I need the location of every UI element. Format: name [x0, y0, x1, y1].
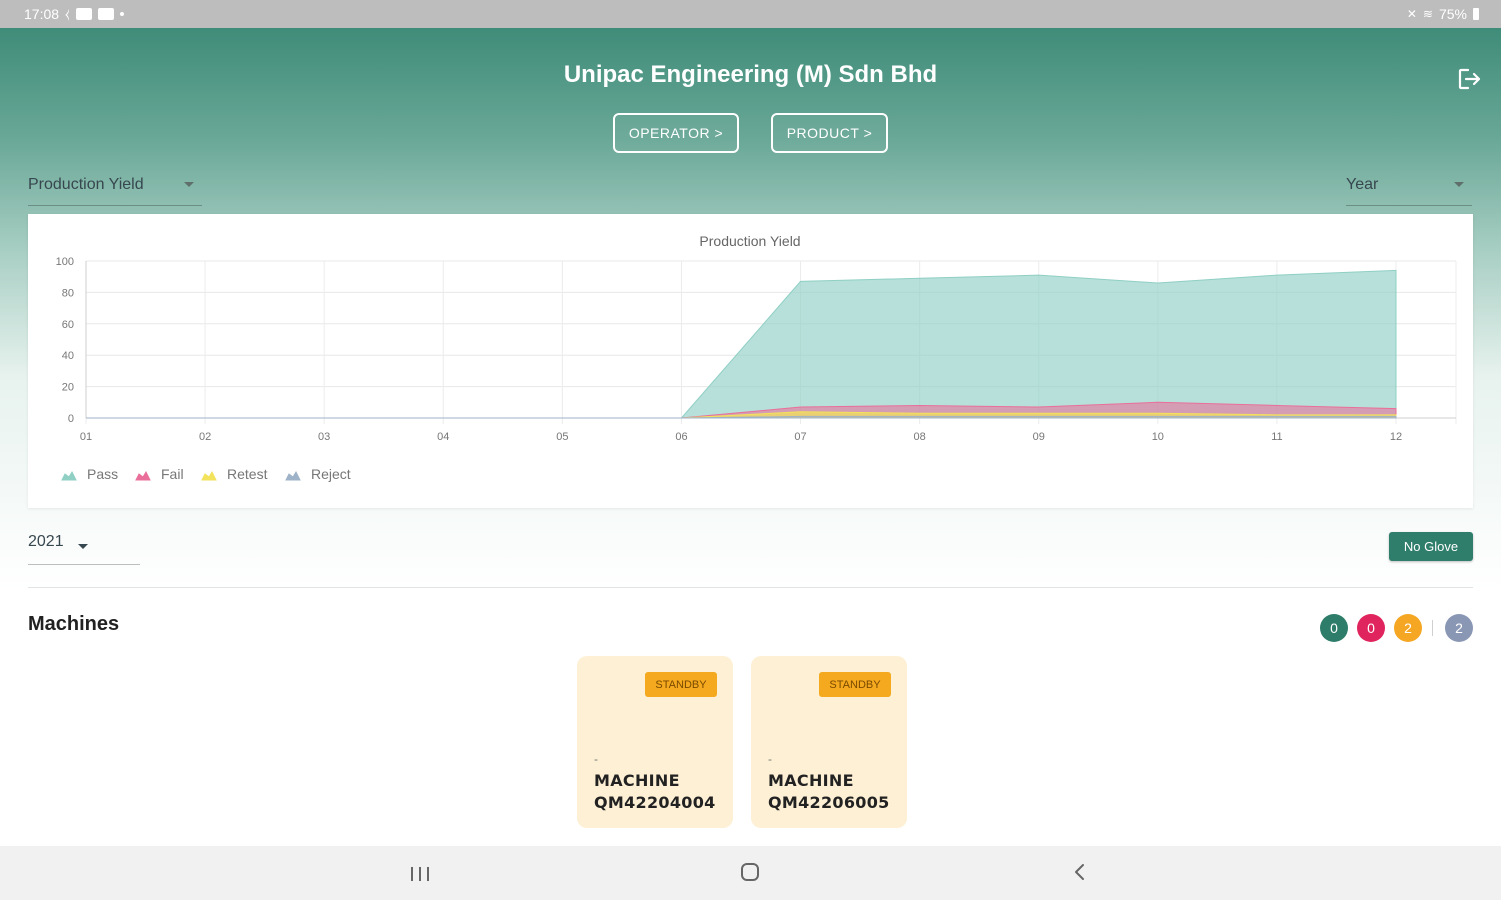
y-tick-label: 20 — [62, 382, 74, 394]
mute-icon: ⧼ — [65, 6, 70, 21]
legend-label-reject[interactable]: Reject — [311, 466, 351, 482]
machine-name-line1: MACHINE — [768, 771, 854, 790]
legend-icon-fail — [135, 470, 151, 481]
y-tick-label: 40 — [62, 350, 74, 362]
battery-level: 75% — [1438, 6, 1467, 22]
x-tick-label: 07 — [794, 431, 806, 443]
standby-count-badge[interactable]: 2 — [1394, 614, 1422, 642]
x-tick-label: 06 — [675, 431, 687, 443]
x-tick-label: 02 — [199, 431, 211, 443]
x-tick-label: 11 — [1271, 431, 1282, 443]
youtube-icon-2 — [97, 8, 114, 20]
status-bar: 17:08 ⧼ ✕ ≋ 75% — [0, 0, 1501, 28]
battery-icon — [1473, 8, 1479, 20]
machine-name: MACHINE QM42204004 — [594, 770, 716, 814]
y-tick-label: 100 — [56, 256, 74, 268]
x-tick-label: 09 — [1033, 431, 1045, 443]
recent-apps-icon[interactable] — [409, 866, 431, 882]
machine-name-line2: QM42204004 — [594, 793, 716, 812]
machine-name-line1: MACHINE — [594, 771, 680, 790]
chart-title: Production Yield — [699, 233, 800, 249]
wifi-icon: ≋ — [1422, 7, 1433, 21]
metric-dropdown[interactable]: Production Yield — [28, 176, 202, 206]
home-icon[interactable] — [740, 862, 760, 882]
status-time: 17:08 — [24, 6, 60, 22]
x-tick-label: 04 — [437, 431, 449, 443]
chevron-down-icon — [1454, 182, 1464, 187]
status-badge: STANDBY — [819, 672, 891, 697]
status-badge: STANDBY — [645, 672, 717, 697]
y-tick-label: 80 — [62, 287, 74, 299]
product-button[interactable]: PRODUCT > — [771, 113, 888, 153]
notification-dot-icon — [119, 12, 124, 16]
period-dropdown[interactable]: Year — [1346, 176, 1472, 206]
running-count-badge[interactable]: 0 — [1320, 614, 1348, 642]
metric-dropdown-value: Production Yield — [28, 176, 144, 193]
legend-icon-retest — [201, 470, 217, 481]
no-glove-button[interactable]: No Glove — [1389, 532, 1473, 561]
legend-label-pass[interactable]: Pass — [87, 466, 118, 482]
legend-label-retest[interactable]: Retest — [227, 466, 268, 482]
youtube-icon — [75, 8, 92, 20]
x-tick-label: 10 — [1152, 431, 1164, 443]
year-dropdown[interactable]: 2021 — [28, 533, 140, 565]
operator-button[interactable]: OPERATOR > — [613, 113, 739, 153]
machine-name: MACHINE QM42206005 — [768, 770, 890, 814]
machines-title: Machines — [28, 613, 120, 635]
year-dropdown-value: 2021 — [28, 533, 64, 550]
back-icon[interactable] — [1070, 862, 1090, 882]
x-tick-label: 12 — [1390, 431, 1402, 443]
chevron-down-icon — [184, 182, 194, 187]
machine-card[interactable]: STANDBY - MACHINE QM42204004 — [577, 656, 733, 828]
legend-icon-reject — [285, 470, 301, 481]
x-tick-label: 01 — [80, 431, 92, 443]
badge-separator — [1432, 620, 1433, 636]
total-count-badge[interactable]: 2 — [1445, 614, 1473, 642]
vibrate-icon: ✕ — [1406, 7, 1417, 21]
y-tick-label: 60 — [62, 319, 74, 331]
chart-card: Production Yield 0 20 40 60 80 100 01 02 03 04 05 0… — [28, 214, 1473, 508]
period-dropdown-value: Year — [1346, 176, 1379, 193]
x-tick-label: 03 — [318, 431, 330, 443]
x-tick-label: 05 — [556, 431, 568, 443]
machine-card[interactable]: STANDBY - MACHINE QM42206005 — [751, 656, 907, 828]
logout-icon[interactable] — [1456, 66, 1482, 92]
error-count-badge[interactable]: 0 — [1357, 614, 1385, 642]
x-tick-label: 08 — [914, 431, 926, 443]
chevron-down-icon — [78, 544, 88, 549]
y-tick-label: 0 — [68, 413, 74, 425]
production-yield-chart: Production Yield 0 20 40 60 80 100 01 02 03 04 05 0… — [56, 233, 1457, 482]
company-name: Unipac Engineering (M) Sdn Bhd — [563, 61, 938, 88]
legend-label-fail[interactable]: Fail — [161, 466, 184, 482]
divider — [28, 587, 1473, 588]
legend-icon-pass — [61, 470, 77, 481]
machine-subtitle: - — [594, 752, 598, 766]
machine-name-line2: QM42206005 — [768, 793, 890, 812]
machine-subtitle: - — [768, 752, 772, 766]
